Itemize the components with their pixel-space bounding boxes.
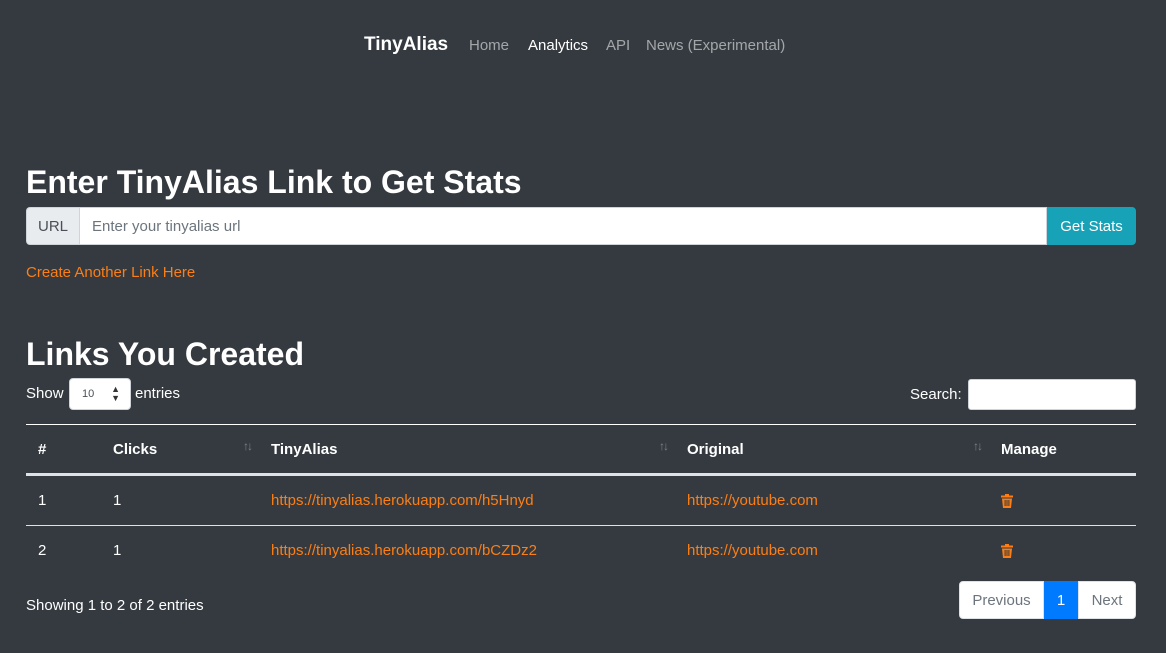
row-original-link[interactable]: https://youtube.com bbox=[687, 542, 818, 559]
col-number-label: # bbox=[38, 440, 47, 458]
col-clicks[interactable]: Clicks ↑↓ bbox=[101, 424, 259, 476]
entries-select-value: 10 bbox=[82, 388, 95, 400]
page-1-button[interactable]: 1 bbox=[1044, 581, 1078, 619]
url-input-group: URL Get Stats bbox=[26, 207, 1136, 245]
url-input[interactable] bbox=[79, 207, 1047, 245]
search-label: Search: bbox=[910, 386, 962, 403]
sort-icon: ↑↓ bbox=[659, 439, 669, 453]
col-tinyalias[interactable]: TinyAlias ↑↓ bbox=[259, 424, 675, 476]
next-page-button[interactable]: Next bbox=[1078, 581, 1136, 619]
row-alias-link[interactable]: https://tinyalias.herokuapp.com/bCZDz2 bbox=[271, 542, 537, 559]
col-manage-label: Manage bbox=[1001, 440, 1057, 458]
navbar: TinyAlias Home Analytics API News (Exper… bbox=[0, 0, 1166, 92]
links-table: # Clicks ↑↓ TinyAlias ↑↓ Original ↑↓ Manage… bbox=[26, 424, 1136, 575]
table-row: 1 1 https://tinyalias.herokuapp.com/h5Hn… bbox=[26, 474, 1136, 526]
sort-icon: ↑↓ bbox=[973, 439, 983, 453]
col-number[interactable]: # bbox=[26, 424, 101, 476]
url-prepend-label: URL bbox=[26, 207, 79, 245]
row-alias-link[interactable]: https://tinyalias.herokuapp.com/h5Hnyd bbox=[271, 492, 534, 509]
table-row: 2 1 https://tinyalias.herokuapp.com/bCZD… bbox=[26, 526, 1136, 576]
table-info: Showing 1 to 2 of 2 entries bbox=[26, 597, 204, 614]
get-stats-button[interactable]: Get Stats bbox=[1047, 207, 1136, 245]
trash-icon[interactable] bbox=[1001, 543, 1013, 558]
sort-icon: ↑↓ bbox=[243, 439, 253, 453]
links-heading: Links You Created bbox=[26, 336, 304, 372]
nav-api[interactable]: API bbox=[606, 37, 630, 54]
col-original[interactable]: Original ↑↓ bbox=[675, 424, 989, 476]
nav-analytics[interactable]: Analytics bbox=[528, 37, 588, 54]
col-original-label: Original bbox=[687, 440, 744, 458]
select-arrows-icon: ▲ ▼ bbox=[111, 384, 120, 403]
brand-link[interactable]: TinyAlias bbox=[364, 34, 448, 56]
col-clicks-label: Clicks bbox=[113, 440, 158, 458]
col-tinyalias-label: TinyAlias bbox=[271, 440, 338, 458]
row-clicks: 1 bbox=[113, 542, 122, 559]
entries-label: entries bbox=[135, 385, 181, 402]
trash-icon[interactable] bbox=[1001, 493, 1013, 508]
stats-heading: Enter TinyAlias Link to Get Stats bbox=[26, 164, 522, 200]
row-original-link[interactable]: https://youtube.com bbox=[687, 492, 818, 509]
nav-home[interactable]: Home bbox=[469, 37, 509, 54]
row-clicks: 1 bbox=[101, 474, 259, 526]
entries-select[interactable]: 10 ▲ ▼ bbox=[69, 378, 131, 410]
create-another-link[interactable]: Create Another Link Here bbox=[26, 264, 195, 281]
previous-page-button[interactable]: Previous bbox=[959, 581, 1044, 619]
row-number: 2 bbox=[38, 542, 47, 559]
search-input[interactable] bbox=[968, 379, 1136, 410]
pagination: Previous 1 Next bbox=[959, 581, 1136, 619]
col-manage: Manage bbox=[989, 424, 1136, 476]
row-number: 1 bbox=[26, 474, 101, 526]
nav-news[interactable]: News (Experimental) bbox=[646, 37, 785, 54]
show-label: Show bbox=[26, 385, 64, 402]
table-header-row: # Clicks ↑↓ TinyAlias ↑↓ Original ↑↓ Manage bbox=[26, 424, 1136, 476]
